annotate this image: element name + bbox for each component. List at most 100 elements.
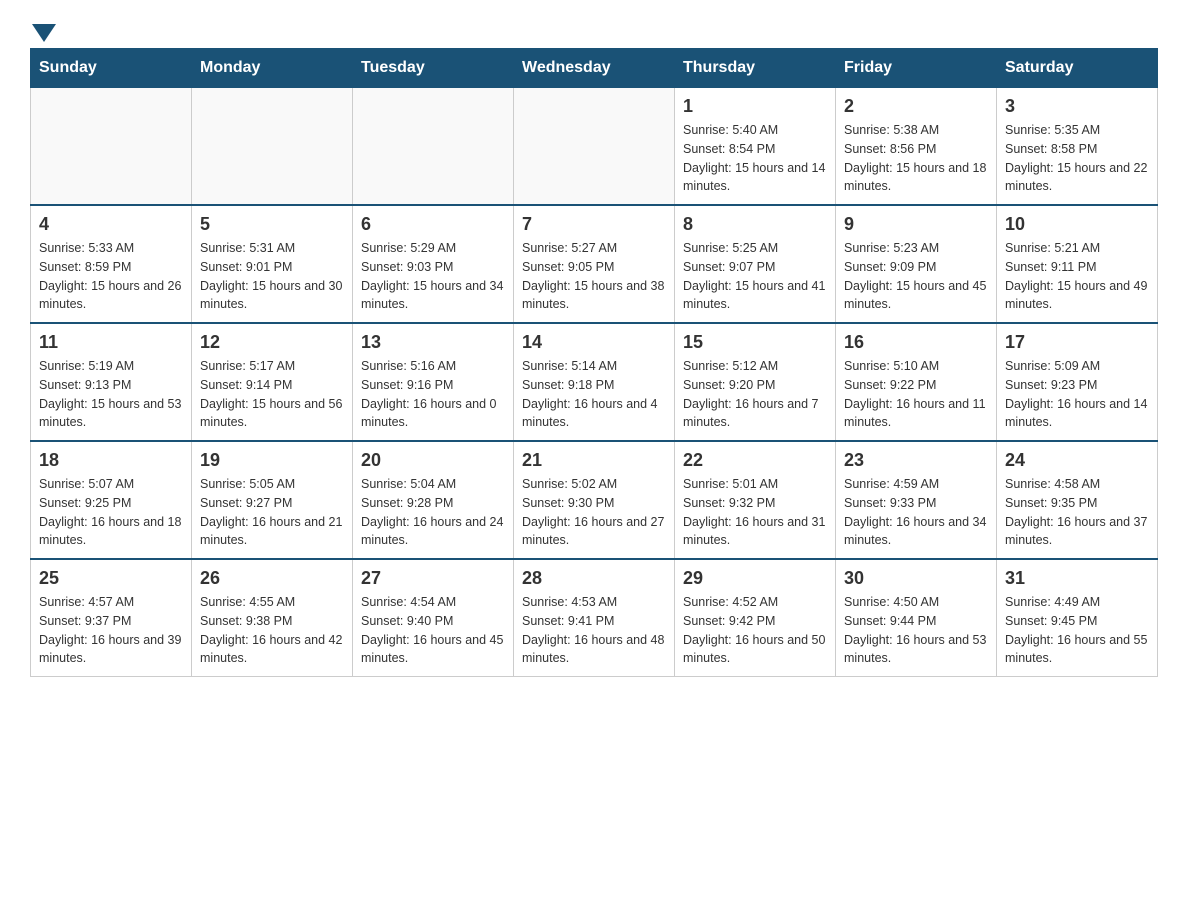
day-number: 11 [39, 332, 183, 353]
day-number: 2 [844, 96, 988, 117]
day-number: 19 [200, 450, 344, 471]
calendar-cell: 31 Sunrise: 4:49 AMSunset: 9:45 PMDayligh… [997, 559, 1158, 677]
calendar-cell: 28 Sunrise: 4:53 AMSunset: 9:41 PMDayligh… [514, 559, 675, 677]
calendar-cell: 13 Sunrise: 5:16 AMSunset: 9:16 PMDayligh… [353, 323, 514, 441]
day-info: Sunrise: 5:05 AMSunset: 9:27 PMDaylight:… [200, 475, 344, 550]
calendar-cell: 10 Sunrise: 5:21 AMSunset: 9:11 PMDayligh… [997, 205, 1158, 323]
day-number: 24 [1005, 450, 1149, 471]
calendar-cell: 12 Sunrise: 5:17 AMSunset: 9:14 PMDayligh… [192, 323, 353, 441]
day-info: Sunrise: 5:31 AMSunset: 9:01 PMDaylight:… [200, 239, 344, 314]
calendar-cell: 16 Sunrise: 5:10 AMSunset: 9:22 PMDayligh… [836, 323, 997, 441]
day-info: Sunrise: 5:07 AMSunset: 9:25 PMDaylight:… [39, 475, 183, 550]
day-number: 17 [1005, 332, 1149, 353]
day-number: 1 [683, 96, 827, 117]
calendar-cell: 6 Sunrise: 5:29 AMSunset: 9:03 PMDaylight… [353, 205, 514, 323]
day-info: Sunrise: 5:25 AMSunset: 9:07 PMDaylight:… [683, 239, 827, 314]
calendar-table: SundayMondayTuesdayWednesdayThursdayFrid… [30, 48, 1158, 677]
day-number: 6 [361, 214, 505, 235]
day-info: Sunrise: 4:57 AMSunset: 9:37 PMDaylight:… [39, 593, 183, 668]
column-header-friday: Friday [836, 49, 997, 88]
calendar-cell: 17Sunrise: 5:09 AMSunset: 9:23 PMDayligh… [997, 323, 1158, 441]
calendar-cell: 20Sunrise: 5:04 AMSunset: 9:28 PMDayligh… [353, 441, 514, 559]
column-header-thursday: Thursday [675, 49, 836, 88]
calendar-cell: 24 Sunrise: 4:58 AMSunset: 9:35 PMDayligh… [997, 441, 1158, 559]
calendar-cell: 3 Sunrise: 5:35 AMSunset: 8:58 PMDaylight… [997, 88, 1158, 206]
calendar-cell: 4 Sunrise: 5:33 AMSunset: 8:59 PMDaylight… [31, 205, 192, 323]
day-info: Sunrise: 5:14 AMSunset: 9:18 PMDaylight:… [522, 357, 666, 432]
calendar-week-row: 4 Sunrise: 5:33 AMSunset: 8:59 PMDaylight… [31, 205, 1158, 323]
day-number: 8 [683, 214, 827, 235]
day-info: Sunrise: 4:58 AMSunset: 9:35 PMDaylight:… [1005, 475, 1149, 550]
calendar-cell: 18Sunrise: 5:07 AMSunset: 9:25 PMDayligh… [31, 441, 192, 559]
day-number: 29 [683, 568, 827, 589]
day-number: 26 [200, 568, 344, 589]
calendar-cell [514, 88, 675, 206]
calendar-cell: 22Sunrise: 5:01 AMSunset: 9:32 PMDayligh… [675, 441, 836, 559]
day-info: Sunrise: 5:19 AMSunset: 9:13 PMDaylight:… [39, 357, 183, 432]
calendar-cell: 1 Sunrise: 5:40 AMSunset: 8:54 PMDaylight… [675, 88, 836, 206]
calendar-cell: 26 Sunrise: 4:55 AMSunset: 9:38 PMDayligh… [192, 559, 353, 677]
calendar-cell: 21 Sunrise: 5:02 AMSunset: 9:30 PMDayligh… [514, 441, 675, 559]
calendar-cell: 27 Sunrise: 4:54 AMSunset: 9:40 PMDayligh… [353, 559, 514, 677]
calendar-week-row: 1 Sunrise: 5:40 AMSunset: 8:54 PMDaylight… [31, 88, 1158, 206]
day-number: 21 [522, 450, 666, 471]
day-info: Sunrise: 4:49 AMSunset: 9:45 PMDaylight:… [1005, 593, 1149, 668]
page-header [30, 20, 1158, 38]
day-info: Sunrise: 5:16 AMSunset: 9:16 PMDaylight:… [361, 357, 505, 432]
day-info: Sunrise: 4:55 AMSunset: 9:38 PMDaylight:… [200, 593, 344, 668]
calendar-cell: 9 Sunrise: 5:23 AMSunset: 9:09 PMDaylight… [836, 205, 997, 323]
day-info: Sunrise: 4:54 AMSunset: 9:40 PMDaylight:… [361, 593, 505, 668]
day-info: Sunrise: 5:01 AMSunset: 9:32 PMDaylight:… [683, 475, 827, 550]
day-number: 10 [1005, 214, 1149, 235]
day-info: Sunrise: 5:29 AMSunset: 9:03 PMDaylight:… [361, 239, 505, 314]
day-number: 12 [200, 332, 344, 353]
day-info: Sunrise: 5:27 AMSunset: 9:05 PMDaylight:… [522, 239, 666, 314]
calendar-cell: 25 Sunrise: 4:57 AMSunset: 9:37 PMDayligh… [31, 559, 192, 677]
day-info: Sunrise: 5:02 AMSunset: 9:30 PMDaylight:… [522, 475, 666, 550]
day-info: Sunrise: 5:33 AMSunset: 8:59 PMDaylight:… [39, 239, 183, 314]
calendar-cell: 2 Sunrise: 5:38 AMSunset: 8:56 PMDaylight… [836, 88, 997, 206]
calendar-header-row: SundayMondayTuesdayWednesdayThursdayFrid… [31, 49, 1158, 88]
day-number: 4 [39, 214, 183, 235]
calendar-cell: 15Sunrise: 5:12 AMSunset: 9:20 PMDayligh… [675, 323, 836, 441]
day-number: 31 [1005, 568, 1149, 589]
logo-arrow-icon [32, 24, 56, 42]
day-number: 14 [522, 332, 666, 353]
day-number: 3 [1005, 96, 1149, 117]
day-info: Sunrise: 4:52 AMSunset: 9:42 PMDaylight:… [683, 593, 827, 668]
day-number: 5 [200, 214, 344, 235]
calendar-cell [31, 88, 192, 206]
calendar-cell: 8 Sunrise: 5:25 AMSunset: 9:07 PMDaylight… [675, 205, 836, 323]
day-info: Sunrise: 5:40 AMSunset: 8:54 PMDaylight:… [683, 121, 827, 196]
day-info: Sunrise: 5:17 AMSunset: 9:14 PMDaylight:… [200, 357, 344, 432]
day-number: 16 [844, 332, 988, 353]
day-number: 30 [844, 568, 988, 589]
day-info: Sunrise: 5:35 AMSunset: 8:58 PMDaylight:… [1005, 121, 1149, 196]
day-number: 25 [39, 568, 183, 589]
day-info: Sunrise: 4:53 AMSunset: 9:41 PMDaylight:… [522, 593, 666, 668]
calendar-cell: 11 Sunrise: 5:19 AMSunset: 9:13 PMDayligh… [31, 323, 192, 441]
column-header-sunday: Sunday [31, 49, 192, 88]
day-number: 13 [361, 332, 505, 353]
calendar-week-row: 25 Sunrise: 4:57 AMSunset: 9:37 PMDayligh… [31, 559, 1158, 677]
day-info: Sunrise: 5:10 AMSunset: 9:22 PMDaylight:… [844, 357, 988, 432]
day-info: Sunrise: 5:21 AMSunset: 9:11 PMDaylight:… [1005, 239, 1149, 314]
calendar-cell: 29 Sunrise: 4:52 AMSunset: 9:42 PMDayligh… [675, 559, 836, 677]
calendar-cell: 23Sunrise: 4:59 AMSunset: 9:33 PMDayligh… [836, 441, 997, 559]
column-header-wednesday: Wednesday [514, 49, 675, 88]
calendar-week-row: 18Sunrise: 5:07 AMSunset: 9:25 PMDayligh… [31, 441, 1158, 559]
day-info: Sunrise: 5:23 AMSunset: 9:09 PMDaylight:… [844, 239, 988, 314]
day-number: 23 [844, 450, 988, 471]
day-number: 9 [844, 214, 988, 235]
calendar-cell [192, 88, 353, 206]
calendar-cell: 7 Sunrise: 5:27 AMSunset: 9:05 PMDaylight… [514, 205, 675, 323]
calendar-cell: 5 Sunrise: 5:31 AMSunset: 9:01 PMDaylight… [192, 205, 353, 323]
day-number: 7 [522, 214, 666, 235]
day-info: Sunrise: 5:04 AMSunset: 9:28 PMDaylight:… [361, 475, 505, 550]
day-number: 28 [522, 568, 666, 589]
calendar-week-row: 11 Sunrise: 5:19 AMSunset: 9:13 PMDayligh… [31, 323, 1158, 441]
day-number: 27 [361, 568, 505, 589]
day-info: Sunrise: 5:38 AMSunset: 8:56 PMDaylight:… [844, 121, 988, 196]
column-header-saturday: Saturday [997, 49, 1158, 88]
calendar-cell: 14 Sunrise: 5:14 AMSunset: 9:18 PMDayligh… [514, 323, 675, 441]
